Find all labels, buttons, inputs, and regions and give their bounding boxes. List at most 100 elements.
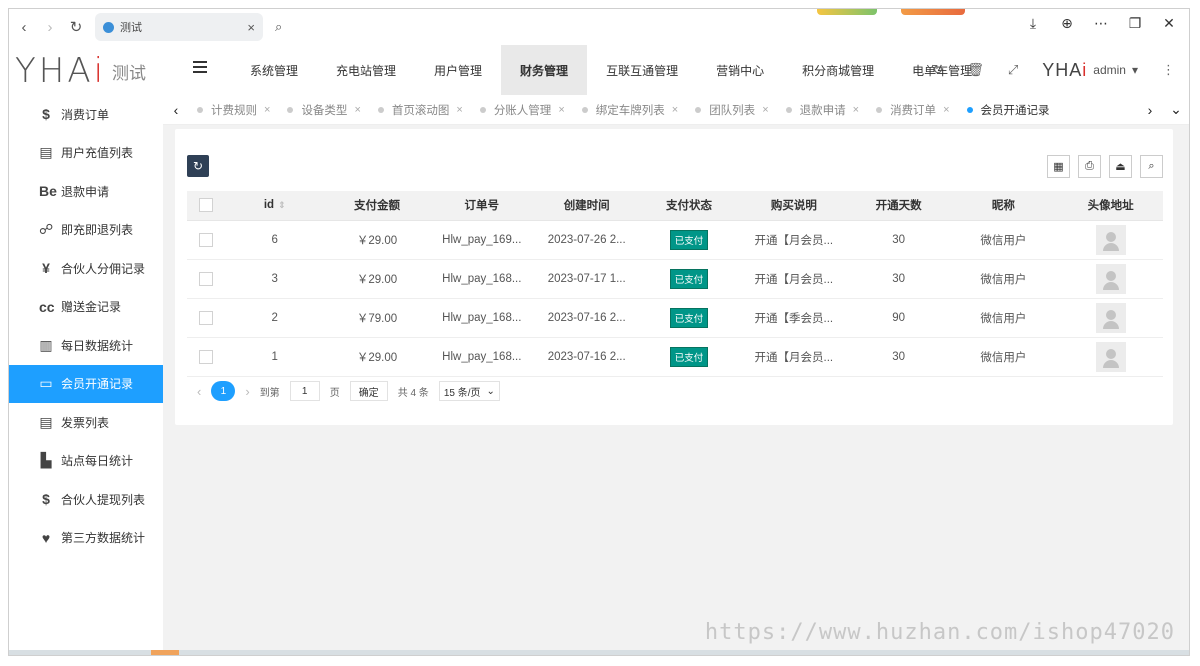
column-header: 创建时间	[534, 191, 640, 221]
page-tab[interactable]: 首页滚动图 ×	[370, 102, 472, 118]
user-menu[interactable]: YHAi admin ▾	[1042, 60, 1138, 81]
tab-close-icon[interactable]: ×	[354, 104, 360, 116]
prev-page-icon[interactable]: ‹	[197, 384, 201, 399]
avatar-placeholder-icon[interactable]	[1095, 224, 1126, 255]
tab-close-icon[interactable]: ×	[943, 104, 949, 116]
print-icon[interactable]: ⎙	[1078, 155, 1101, 178]
row-checkbox[interactable]	[198, 232, 213, 247]
browser-tab[interactable]: 测试 ×	[95, 13, 263, 41]
row-checkbox[interactable]	[198, 271, 213, 286]
sort-icon[interactable]: ⇕	[278, 200, 286, 210]
tabs-prev-icon[interactable]: ‹	[163, 102, 189, 118]
search-icon[interactable]: ⌕	[275, 19, 282, 35]
cell-status: 已支付	[639, 298, 739, 338]
top-nav-item[interactable]: 系统管理	[231, 45, 317, 95]
page-tab[interactable]: 退款申请 ×	[778, 102, 868, 118]
tabs-menu-icon[interactable]: ⌄	[1163, 101, 1189, 118]
page-tab[interactable]: 会员开通记录	[959, 102, 1059, 118]
sidebar-item[interactable]: ▭ 会员开通记录	[9, 364, 163, 403]
sidebar-item[interactable]: ▥ 每日数据统计	[9, 326, 163, 365]
sidebar-item[interactable]: ¥ 合伙人分佣记录	[9, 249, 163, 288]
row-checkbox[interactable]	[198, 310, 213, 325]
menu-toggle-icon[interactable]	[193, 61, 207, 75]
page-input[interactable]: 1	[289, 381, 320, 401]
top-nav-item[interactable]: 充电站管理	[317, 45, 415, 95]
refresh-icon[interactable]: ↻	[932, 62, 943, 78]
clear-cache-icon[interactable]: 🗑	[967, 62, 984, 78]
sidebar-item-label: 消费订单	[61, 107, 110, 122]
tab-close-icon[interactable]: ×	[456, 104, 462, 116]
page-tab-label: 绑定车牌列表	[595, 104, 665, 117]
top-nav-item[interactable]: 用户管理	[415, 45, 501, 95]
select-all-checkbox[interactable]	[198, 198, 213, 213]
tab-close-icon[interactable]: ×	[264, 104, 270, 116]
bookmark-thumbnail[interactable]	[817, 9, 877, 15]
page-tab-label: 会员开通记录	[980, 104, 1050, 117]
table-row[interactable]: 1 ￥29.00 Hlw_pay_168... 2023-07-16 2... 已支付 开…	[187, 337, 1163, 377]
column-header[interactable]: id ⇕	[224, 191, 325, 221]
restore-icon[interactable]: ❐	[1125, 15, 1145, 32]
top-nav-item[interactable]: 财务管理	[501, 45, 588, 95]
page-tab[interactable]: 分账人管理 ×	[472, 102, 574, 118]
table-row[interactable]: 2 ￥79.00 Hlw_pay_168... 2023-07-16 2... 已支付 开…	[187, 298, 1163, 338]
current-page[interactable]: 1	[211, 381, 236, 401]
bookmark-thumbnail[interactable]	[901, 9, 965, 15]
cell-order: Hlw_pay_168...	[429, 337, 535, 377]
sidebar-item[interactable]: cc 赠送金记录	[9, 288, 163, 327]
sidebar-item[interactable]: ♥ 第三方数据统计	[9, 519, 163, 558]
sidebar-item[interactable]: ▤ 用户充值列表	[9, 134, 163, 173]
tab-close-icon[interactable]: ×	[762, 104, 768, 116]
sidebar-item-label: 即充即退列表	[61, 223, 134, 238]
sidebar-item[interactable]: $ 合伙人提现列表	[9, 480, 163, 519]
fullscreen-icon[interactable]: ⤢	[1008, 62, 1018, 78]
sidebar-item[interactable]: ▤ 发票列表	[9, 403, 163, 442]
tab-close-icon[interactable]: ×	[672, 104, 678, 116]
cell-avatar	[1058, 298, 1163, 338]
page-tab[interactable]: 设备类型 ×	[279, 102, 369, 118]
cell-amount: ￥29.00	[324, 220, 430, 260]
page-tab-label: 计费规则	[211, 104, 257, 117]
avatar-placeholder-icon[interactable]	[1095, 341, 1126, 372]
page-tab[interactable]: 团队列表 ×	[687, 102, 777, 118]
tab-close-icon[interactable]: ×	[558, 104, 564, 116]
sidebar-item[interactable]: ▙ 站点每日统计	[9, 442, 163, 481]
sidebar-item-label: 退款申请	[61, 184, 110, 199]
globe-icon[interactable]: ⊕	[1057, 15, 1077, 32]
top-nav-item[interactable]: 互联互通管理	[587, 45, 697, 95]
download-icon[interactable]: ⤓	[1023, 15, 1043, 32]
columns-icon[interactable]: ▦	[1047, 155, 1070, 178]
more-vertical-icon[interactable]: ⋮	[1162, 62, 1175, 78]
forward-button[interactable]: ›	[39, 16, 61, 38]
sidebar-item[interactable]: Be 退款申请	[9, 172, 163, 211]
cell-nick: 微信用户	[948, 259, 1059, 299]
table-refresh-button[interactable]: ↻	[187, 155, 209, 177]
search-icon[interactable]: ⌕	[1140, 155, 1163, 178]
avatar-placeholder-icon[interactable]	[1095, 302, 1126, 333]
column-header-label: 头像地址	[1087, 200, 1134, 213]
close-icon[interactable]: ✕	[1159, 15, 1179, 32]
row-checkbox[interactable]	[198, 349, 213, 364]
export-icon[interactable]: ⏏	[1109, 155, 1132, 178]
top-nav-item[interactable]: 营销中心	[697, 45, 783, 95]
column-header-label: id	[263, 199, 275, 212]
per-page-select[interactable]: 15 条/页 ⌄	[438, 381, 500, 401]
page-tab[interactable]: 消费订单 ×	[868, 102, 958, 118]
tab-close-icon[interactable]: ×	[853, 104, 859, 116]
close-tab-icon[interactable]: ×	[247, 20, 255, 35]
page-tab[interactable]: 计费规则 ×	[189, 102, 279, 118]
cell-nick: 微信用户	[948, 220, 1059, 260]
page-tab[interactable]: 绑定车牌列表 ×	[574, 102, 687, 118]
avatar-placeholder-icon[interactable]	[1095, 263, 1126, 294]
sidebar-item[interactable]: ☍ 即充即退列表	[9, 211, 163, 250]
confirm-button[interactable]: 确定	[349, 381, 388, 401]
next-page-icon[interactable]: ›	[245, 384, 249, 399]
top-nav-item[interactable]: 积分商城管理	[783, 45, 893, 95]
data-table: id ⇕ 支付金额 订单号 创建时间 支付状态 购买说明 开通天数 昵称 头像地址 6 ￥29.00…	[187, 191, 1163, 377]
more-icon[interactable]: ⋯	[1091, 15, 1111, 32]
sidebar-item[interactable]: $ 消费订单	[9, 95, 163, 134]
table-row[interactable]: 6 ￥29.00 Hlw_pay_169... 2023-07-26 2... 已支付 开…	[187, 220, 1163, 260]
tabs-next-icon[interactable]: ›	[1137, 102, 1163, 118]
table-row[interactable]: 3 ￥29.00 Hlw_pay_168... 2023-07-17 1... 已支付 开…	[187, 259, 1163, 299]
reload-button[interactable]: ↻	[65, 16, 87, 38]
back-button[interactable]: ‹	[13, 16, 35, 38]
